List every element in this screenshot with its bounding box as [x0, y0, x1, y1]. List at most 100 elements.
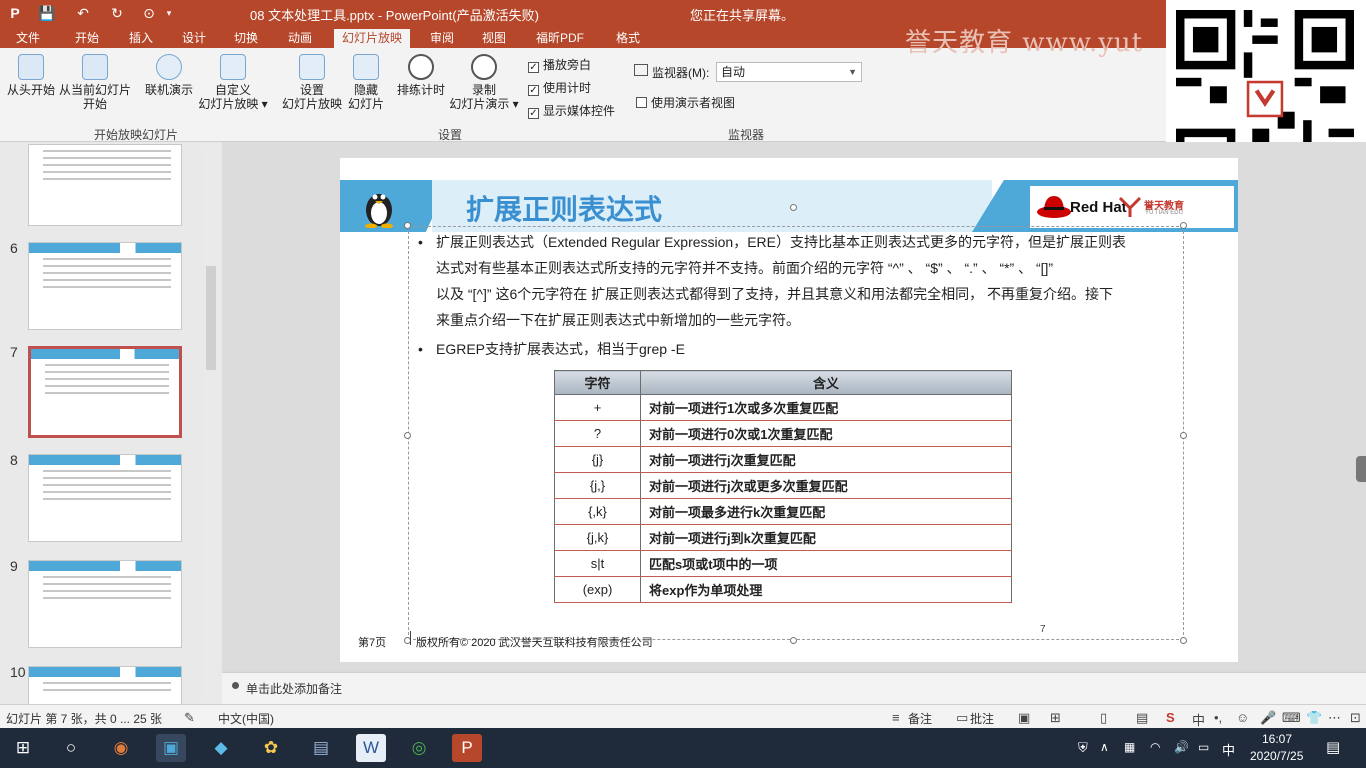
use-timings-checkbox[interactable]: ✓ 使用计时	[528, 79, 591, 96]
comments-icon[interactable]: ▭	[956, 710, 968, 726]
present-online-button[interactable]: 联机演示	[140, 54, 198, 97]
tab-file[interactable]: 文件	[16, 29, 40, 48]
slide-thumbnail[interactable]	[28, 666, 182, 704]
slideshow-view-icon[interactable]: ▤	[1136, 710, 1148, 726]
resize-handle[interactable]	[790, 637, 797, 644]
rehearse-timings-button[interactable]: 排练计时	[394, 54, 448, 97]
customize-toolbar-icon[interactable]: ▾	[160, 4, 178, 22]
table-row: + 对前一项进行1次或多次重复匹配	[554, 394, 1012, 421]
show-hidden-icons[interactable]: ∧	[1100, 740, 1109, 754]
checkmark-icon: ✓	[528, 85, 539, 96]
emoji-icon[interactable]: ☺	[1236, 710, 1249, 725]
resize-handle[interactable]	[404, 432, 411, 439]
punctuation-icon[interactable]: •,	[1214, 710, 1222, 725]
skin-icon[interactable]: 👕	[1306, 710, 1322, 726]
paint-app-icon[interactable]: ✿	[256, 734, 286, 762]
notes-button[interactable]: 备注	[908, 710, 932, 727]
table-row: {,k} 对前一项最多进行k次重复匹配	[554, 498, 1012, 525]
tab-transitions[interactable]: 切换	[234, 29, 258, 48]
monitor-icon	[634, 64, 648, 76]
input-language[interactable]: 中	[1222, 740, 1235, 759]
table-cell: {,k}	[554, 498, 641, 525]
battery-icon[interactable]: ▭	[1198, 740, 1209, 754]
tab-review[interactable]: 审阅	[430, 29, 454, 48]
resize-handle[interactable]	[1180, 637, 1187, 644]
tab-slideshow[interactable]: 幻灯片放映	[334, 29, 411, 48]
tab-animations[interactable]: 动画	[288, 29, 312, 48]
zoom-fit-icon[interactable]: ⊡	[1350, 710, 1361, 726]
security-icon[interactable]: ⛨	[1078, 740, 1088, 756]
spellcheck-icon[interactable]: ✎	[184, 710, 195, 726]
keyboard-icon[interactable]: ⌨	[1282, 710, 1301, 726]
status-bar: 幻灯片 第 7 张，共 0 ... 25 张 ✎ 中文(中国) ≡ 备注 ▭ 批…	[0, 704, 1366, 728]
scrollbar-thumb[interactable]	[206, 266, 216, 370]
video-app-icon[interactable]: ◆	[206, 734, 236, 762]
notes-pane[interactable]	[222, 672, 1366, 704]
chrome-icon[interactable]: ◎	[404, 734, 434, 762]
resize-handle[interactable]	[1180, 222, 1187, 229]
notification-icon[interactable]: ▤	[1326, 738, 1340, 756]
snail-app-icon[interactable]: ◉	[106, 734, 136, 762]
tab-design[interactable]: 设计	[182, 29, 206, 48]
record-slideshow-button[interactable]: 录制 幻灯片演示 ▾	[448, 54, 520, 111]
bullet-paragraph-1: 扩展正则表达式（Extended Regular Expression，ERE）…	[436, 234, 1127, 328]
save-icon[interactable]: 💾	[38, 4, 56, 22]
clock-time[interactable]: 16:07	[1262, 732, 1292, 746]
play-narrations-checkbox[interactable]: ✓ 播放旁白	[528, 56, 591, 73]
bullet-icon: •	[418, 341, 423, 357]
tab-format[interactable]: 格式	[616, 29, 640, 48]
normal-view-icon[interactable]: ▣	[1018, 710, 1030, 726]
word-icon[interactable]: W	[356, 734, 386, 762]
tab-home[interactable]: 开始	[75, 29, 99, 48]
comments-button[interactable]: 批注	[970, 710, 994, 727]
tab-view[interactable]: 视图	[482, 29, 506, 48]
table-row: {j,} 对前一项进行j次或更多次重复匹配	[554, 472, 1012, 499]
resize-handle[interactable]	[404, 222, 411, 229]
hide-slide-button[interactable]: 隐藏 幻灯片	[344, 54, 388, 111]
undo-icon[interactable]: ↶	[74, 4, 92, 22]
from-start-button[interactable]: 从头开始	[6, 54, 56, 97]
slide-thumbnail[interactable]	[28, 242, 182, 330]
show-media-controls-checkbox[interactable]: ✓ 显示媒体控件	[528, 102, 615, 119]
powerpoint-taskbar-icon[interactable]: P	[452, 734, 482, 762]
reading-view-icon[interactable]: ▯	[1100, 710, 1107, 726]
from-current-slide-button[interactable]: 从当前幻灯片 开始	[56, 54, 134, 111]
slide-sorter-icon[interactable]: ⊞	[1050, 710, 1061, 726]
tab-insert[interactable]: 插入	[129, 29, 153, 48]
clock-date[interactable]: 2020/7/25	[1250, 749, 1303, 763]
ime-mode-icon[interactable]: 中	[1192, 710, 1205, 729]
resize-handle[interactable]	[1180, 432, 1187, 439]
slide-thumbnail[interactable]	[28, 454, 182, 542]
notes-placeholder[interactable]: 单击此处添加备注	[246, 680, 342, 697]
volume-icon[interactable]: 🔊	[1174, 740, 1189, 754]
vmware-icon[interactable]: ▤	[306, 734, 336, 762]
language-indicator[interactable]: 中文(中国)	[218, 710, 274, 727]
slide-thumbnail[interactable]	[28, 560, 182, 648]
setup-slideshow-button[interactable]: 设置 幻灯片放映	[280, 54, 344, 111]
microphone-icon[interactable]: 🎤	[1260, 710, 1276, 726]
cortana-icon[interactable]: ○	[56, 734, 86, 762]
table-cell: s|t	[554, 550, 641, 577]
network-icon[interactable]: ▦	[1124, 740, 1135, 754]
sogou-ime-icon[interactable]: S	[1166, 710, 1175, 725]
title-bar: P 💾 ↶ ↻ ⊙ ▾ 08 文本处理工具.pptx - PowerPoint(…	[0, 0, 1366, 26]
use-presenter-view-checkbox[interactable]: 使用演示者视图	[636, 94, 735, 111]
slide-title[interactable]: 扩展正则表达式	[466, 188, 662, 228]
remote-desktop-icon[interactable]: ▣	[156, 734, 186, 762]
powerpoint-app-icon[interactable]: P	[6, 4, 24, 22]
toolbox-icon[interactable]: ⋯	[1328, 710, 1341, 726]
table-cell: +	[554, 394, 641, 421]
thumbnails-scrollbar[interactable]	[204, 146, 218, 702]
slide-thumbnail-selected[interactable]	[28, 346, 182, 438]
slide-thumbnail[interactable]	[28, 144, 182, 226]
custom-slideshow-button[interactable]: 自定义 幻灯片放映 ▾	[196, 54, 270, 111]
redo-icon[interactable]: ↻	[108, 4, 126, 22]
tab-foxit-pdf[interactable]: 福昕PDF	[536, 29, 584, 48]
monitor-select[interactable]: 自动 ▼	[716, 62, 862, 82]
pane-collapse-tab[interactable]	[1356, 456, 1366, 482]
windows-start-icon[interactable]: ⊞	[8, 734, 38, 762]
wifi-icon[interactable]: ◠	[1150, 740, 1160, 754]
start-show-icon[interactable]: ⊙	[140, 4, 158, 22]
rotate-handle[interactable]	[790, 204, 797, 211]
notes-icon[interactable]: ≡	[892, 710, 900, 725]
